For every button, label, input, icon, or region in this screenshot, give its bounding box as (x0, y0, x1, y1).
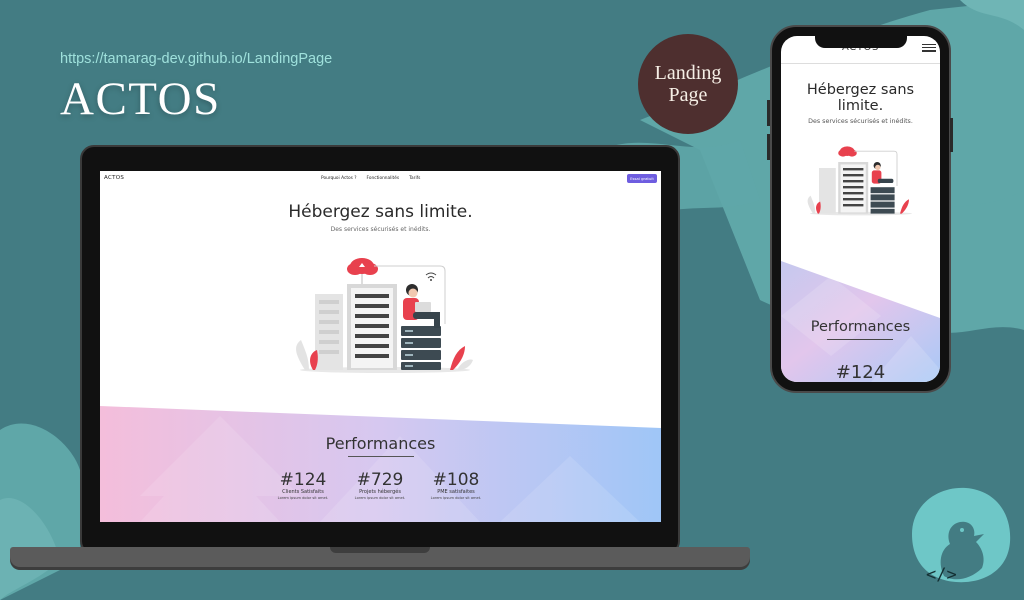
server-illustration (296, 258, 473, 373)
mobile-hero-title: Hébergez sans limite. (806, 82, 915, 114)
mobile-nav-divider (781, 63, 940, 64)
stat-description: Lorem ipsum dolor sit amet. (430, 496, 482, 500)
free-trial-button[interactable]: Essai gratuit (627, 174, 657, 183)
stat-description: Lorem ipsum dolor sit amet. (354, 496, 406, 500)
mobile-performances-section: Performances #124 (781, 256, 940, 382)
stat-label: Clients Satisfaits (282, 489, 324, 495)
mobile-preview-screen: ACTOS Hébergez sans limite. Des services… (781, 36, 940, 382)
phone-power-button (950, 118, 953, 152)
mobile-server-illustration (807, 146, 912, 216)
hero-subtitle: Des services sécurisés et inédits. (330, 226, 431, 233)
project-url[interactable]: https://tamarag-dev.github.io/LandingPag… (60, 51, 332, 67)
mobile-hero-subtitle: Des services sécurisés et inédits. (808, 118, 913, 125)
cloud-upload-icon (347, 258, 378, 284)
performances-gradient-bg (100, 406, 661, 522)
phone-notch (815, 36, 907, 48)
desktop-preview-screen: ACTOS Pourquoi Actos ? Fonctionnalités T… (100, 171, 661, 522)
phone-volume-down (767, 134, 770, 160)
stat-number: #124 (279, 470, 327, 490)
performances-section: Performances #124 Clients Satisfaits Lor… (100, 406, 661, 522)
hamburger-menu-icon[interactable] (922, 44, 936, 52)
badge-line-2: Page (668, 84, 708, 106)
hero-title: Hébergez sans limite. (288, 202, 473, 222)
mobile-performances-title: Performances (810, 319, 911, 335)
mobile-performances-underline (827, 339, 893, 340)
nav-links: Pourquoi Actos ? Fonctionnalités Tarifs (321, 176, 420, 181)
nav-link-pourquoi[interactable]: Pourquoi Actos ? (321, 176, 357, 181)
stat-number: #108 (432, 470, 480, 490)
brand-title: ACTOS (60, 73, 221, 125)
stat-clients: #124 Clients Satisfaits Lorem ipsum dolo… (263, 471, 343, 501)
code-icon[interactable]: </> (926, 565, 957, 585)
stat-number: #729 (356, 470, 404, 490)
nav-link-fonctionnalites[interactable]: Fonctionnalités (367, 176, 400, 181)
stat-pme: #108 PME satisfaites Lorem ipsum dolor s… (416, 471, 496, 501)
performances-title: Performances (325, 434, 436, 453)
mobile-stat-number: #124 (835, 362, 886, 382)
nav-link-tarifs[interactable]: Tarifs (409, 176, 420, 181)
wifi-icon (425, 272, 437, 279)
desktop-navbar: ACTOS Pourquoi Actos ? Fonctionnalités T… (100, 171, 661, 187)
laptop-notch (330, 547, 430, 553)
landing-page-badge: Landing Page (638, 34, 738, 134)
phone-volume-up (767, 100, 770, 126)
duck-logo-icon[interactable] (904, 484, 1014, 584)
nav-logo[interactable]: ACTOS (104, 175, 124, 181)
stat-projects: #729 Projets hébergés Lorem ipsum dolor … (340, 471, 420, 501)
badge-line-1: Landing (654, 62, 722, 84)
stat-label: Projets hébergés (359, 489, 401, 495)
stat-label: PME satisfaites (437, 489, 475, 495)
stat-description: Lorem ipsum dolor sit amet. (277, 496, 329, 500)
performances-underline (348, 456, 414, 457)
